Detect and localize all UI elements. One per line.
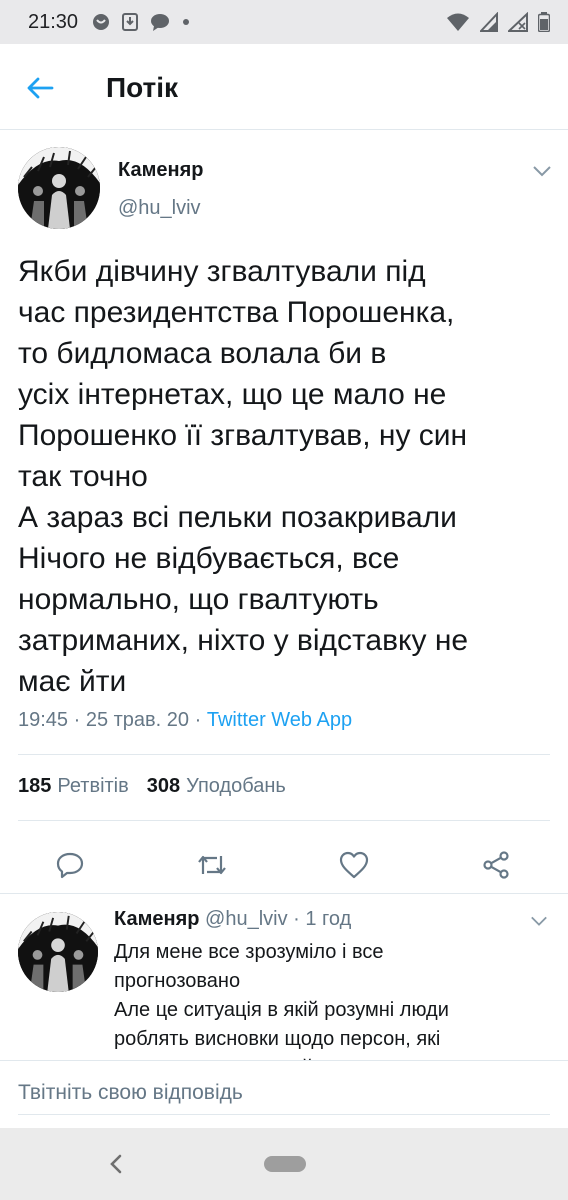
avatar-image	[18, 147, 100, 229]
reply-user-name[interactable]: Каменяр	[114, 908, 199, 930]
status-system-icons	[446, 12, 550, 32]
retweet-icon	[198, 855, 226, 875]
likes-count[interactable]: 308	[147, 775, 180, 798]
retweets-count[interactable]: 185	[18, 775, 51, 798]
user-handle[interactable]: @hu_lviv	[118, 197, 201, 220]
divider	[18, 754, 550, 755]
meta-separator: ·	[287, 908, 306, 930]
arrow-left-icon	[27, 77, 54, 99]
signal-icon	[480, 12, 498, 32]
message-icon	[151, 14, 170, 31]
tweet-stats: 185 Ретвітів 308 Уподобань	[18, 775, 304, 798]
share-button[interactable]	[476, 845, 516, 885]
reply-compose-bar	[0, 1060, 568, 1128]
system-nav-bar	[0, 1128, 568, 1200]
reply-tweet[interactable]: Каменяр @hu_lviv · 1 год Для мене все зр…	[0, 894, 568, 1060]
user-name[interactable]: Каменяр	[118, 159, 203, 182]
like-button[interactable]	[334, 845, 374, 885]
wifi-icon	[447, 13, 469, 31]
tweet-date: 25 трав. 20	[85, 709, 190, 731]
back-button[interactable]	[20, 70, 60, 106]
dot-icon	[183, 19, 190, 25]
avatar-image	[18, 912, 98, 992]
chevron-down-icon[interactable]	[528, 912, 550, 930]
reply-icon	[56, 852, 84, 879]
reply-user-handle[interactable]: @hu_lviv	[205, 908, 288, 930]
meta-separator: ·	[68, 709, 86, 731]
nav-back-icon[interactable]	[106, 1152, 126, 1176]
battery-icon	[538, 12, 550, 32]
tweet-time: 19:45	[18, 709, 69, 731]
tweet-actions	[0, 837, 568, 891]
divider	[18, 820, 550, 821]
home-pill-button[interactable]	[264, 1156, 306, 1172]
reply-time: 1 год	[305, 908, 352, 930]
tweet-text: Якби дівчину згвалтували під час президе…	[18, 255, 469, 698]
avatar[interactable]	[18, 147, 100, 229]
chevron-down-icon[interactable]	[530, 161, 554, 181]
tweet-meta: 19:45 · 25 трав. 20 · Twitter Web App	[18, 709, 352, 732]
reply-header: Каменяр @hu_lviv · 1 год	[114, 908, 351, 931]
page-title: Потік	[106, 72, 179, 103]
retweet-button[interactable]	[192, 845, 232, 885]
status-bar: 21:30	[0, 0, 568, 44]
meta-separator: ·	[189, 709, 207, 731]
reply-button[interactable]	[50, 845, 90, 885]
download-icon	[122, 13, 139, 31]
avatar[interactable]	[18, 912, 98, 992]
app-header: Потік	[0, 44, 568, 130]
share-icon	[483, 851, 509, 879]
likes-label[interactable]: Уподобань	[186, 775, 286, 798]
reply-text: Для мене все зрозуміло і все прогнозован…	[114, 941, 449, 1060]
no-signal-icon	[508, 12, 528, 32]
status-notification-icons	[92, 13, 190, 31]
like-icon	[339, 851, 369, 879]
tweet-source-link[interactable]: Twitter Web App	[207, 709, 352, 732]
status-time: 21:30	[28, 10, 79, 33]
settings-icon	[93, 14, 110, 30]
reply-input[interactable]	[18, 1071, 550, 1115]
retweets-label[interactable]: Ретвітів	[57, 775, 128, 798]
